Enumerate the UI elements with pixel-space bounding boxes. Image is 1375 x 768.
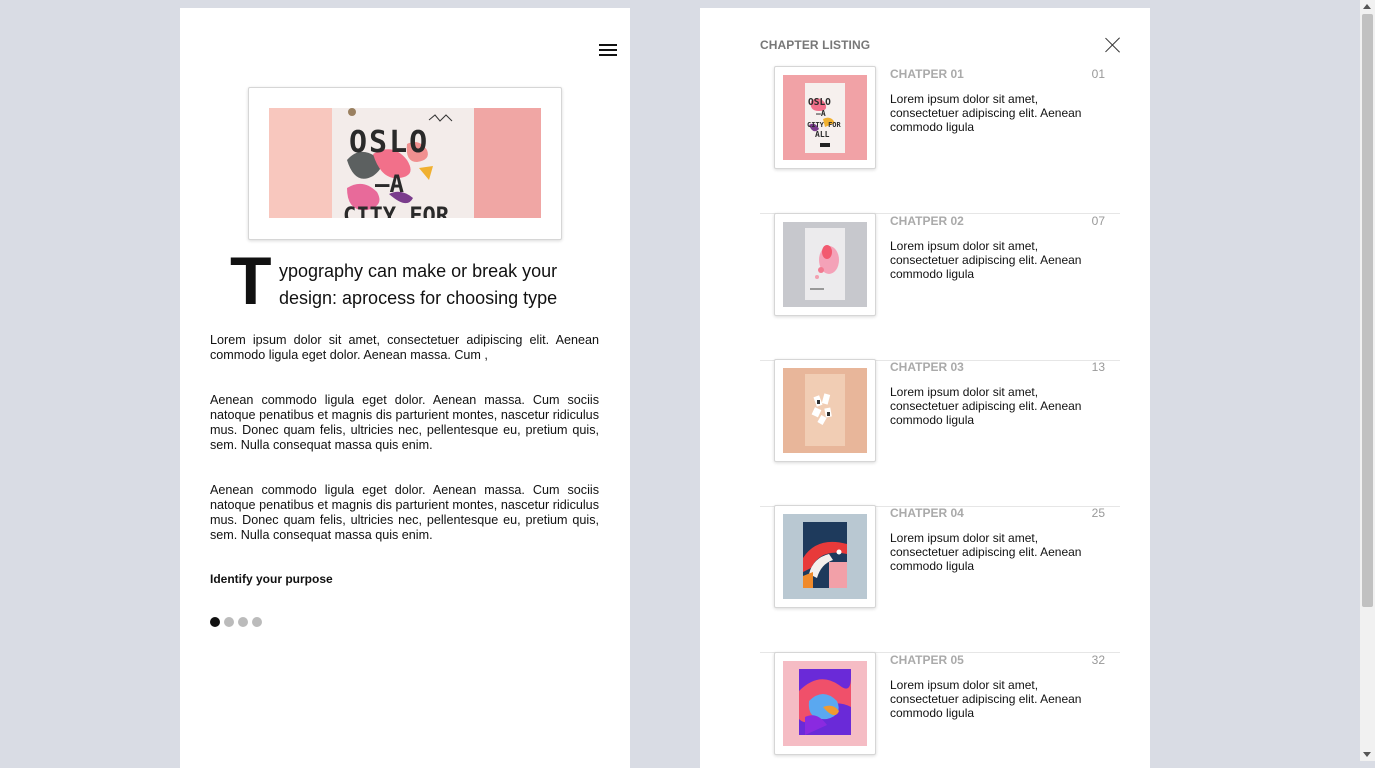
hero-lettering-line3: CITY FOR: [343, 204, 450, 218]
chapter-item-1[interactable]: OSLO —A CITY FOR ALL CHATPER 01 01 Lorem…: [760, 66, 1120, 214]
chapter-page-number: 32: [1091, 653, 1105, 667]
hero-lettering-line2: —A: [375, 170, 404, 198]
hamburger-menu-icon[interactable]: [599, 44, 617, 56]
chapter-page-number: 01: [1091, 67, 1105, 81]
hero-lettering-line1: OSLO: [349, 125, 429, 160]
chapter-label: CHATPER 02: [890, 214, 964, 228]
chapter-thumbnail-frame: [774, 359, 876, 462]
chapter-description: Lorem ipsum dolor sit amet, consectetuer…: [890, 239, 1082, 281]
thumb-lettering-line1: OSLO: [808, 97, 831, 108]
chapter-thumbnail-frame: [774, 652, 876, 755]
hero-image: OSLO —A CITY FOR: [269, 108, 541, 218]
article-subheading: Identify your purpose: [210, 572, 333, 586]
pagination-dot-4[interactable]: [252, 617, 262, 627]
article-panel: OSLO —A CITY FOR T ypography can make or…: [180, 8, 630, 768]
pagination-dots: [210, 617, 262, 627]
chapter-description: Lorem ipsum dolor sit amet, consectetuer…: [890, 92, 1082, 134]
close-icon[interactable]: [1105, 37, 1121, 53]
chapter-description: Lorem ipsum dolor sit amet, consectetuer…: [890, 531, 1082, 573]
chapter-item-5[interactable]: CHATPER 05 32 Lorem ipsum dolor sit amet…: [760, 652, 1120, 768]
chapter-thumbnail: [783, 222, 867, 307]
chapter-item-3[interactable]: CHATPER 03 13 Lorem ipsum dolor sit amet…: [760, 359, 1120, 507]
chapter-description: Lorem ipsum dolor sit amet, consectetuer…: [890, 385, 1082, 427]
chapter-thumbnail: [783, 514, 867, 599]
pagination-dot-2[interactable]: [224, 617, 234, 627]
chapter-item-2[interactable]: CHATPER 02 07 Lorem ipsum dolor sit amet…: [760, 213, 1120, 361]
chapter-item-4[interactable]: CHATPER 04 25 Lorem ipsum dolor sit amet…: [760, 505, 1120, 653]
thumb-lettering-line3: CITY FOR: [807, 121, 842, 129]
chapter-label: CHATPER 01: [890, 67, 964, 81]
chapter-page-number: 25: [1091, 506, 1105, 520]
scrollbar-thumb[interactable]: [1362, 14, 1373, 607]
chapter-label: CHATPER 04: [890, 506, 964, 520]
chapter-thumbnail: [783, 661, 867, 746]
article-title: ypography can make or break your design:…: [279, 261, 558, 308]
chapter-listing-panel: CHAPTER LISTING OSLO —A CITY FOR ALL CHA…: [700, 8, 1150, 768]
chapter-page-number: 13: [1091, 360, 1105, 374]
pagination-dot-1[interactable]: [210, 617, 220, 627]
chapter-thumbnail-frame: [774, 213, 876, 316]
thumb-lettering-line2: —A: [816, 109, 826, 118]
chapter-thumbnail: [783, 368, 867, 453]
scroll-up-arrow-icon[interactable]: [1363, 4, 1371, 9]
scroll-down-arrow-icon[interactable]: [1363, 752, 1371, 757]
chapter-description: Lorem ipsum dolor sit amet, consectetuer…: [890, 678, 1082, 720]
chapter-thumbnail: OSLO —A CITY FOR ALL: [783, 75, 867, 160]
chapter-thumbnail-frame: OSLO —A CITY FOR ALL: [774, 66, 876, 169]
chapter-listing-header: CHAPTER LISTING: [760, 38, 871, 52]
hero-image-frame: OSLO —A CITY FOR: [248, 87, 562, 240]
article-paragraph: Aenean commodo ligula eget dolor. Aenean…: [210, 393, 599, 452]
chapter-page-number: 07: [1091, 214, 1105, 228]
thumb-lettering-line4: ALL: [815, 130, 830, 139]
chapter-thumbnail-frame: [774, 505, 876, 608]
article-paragraph: Aenean commodo ligula eget dolor. Aenean…: [210, 483, 599, 542]
chapter-label: CHATPER 03: [890, 360, 964, 374]
page-scrollbar[interactable]: [1360, 0, 1375, 761]
article-paragraph: Lorem ipsum dolor sit amet, consectetuer…: [210, 333, 599, 362]
article-dropcap: T: [230, 243, 272, 319]
chapter-label: CHATPER 05: [890, 653, 964, 667]
pagination-dot-3[interactable]: [238, 617, 248, 627]
